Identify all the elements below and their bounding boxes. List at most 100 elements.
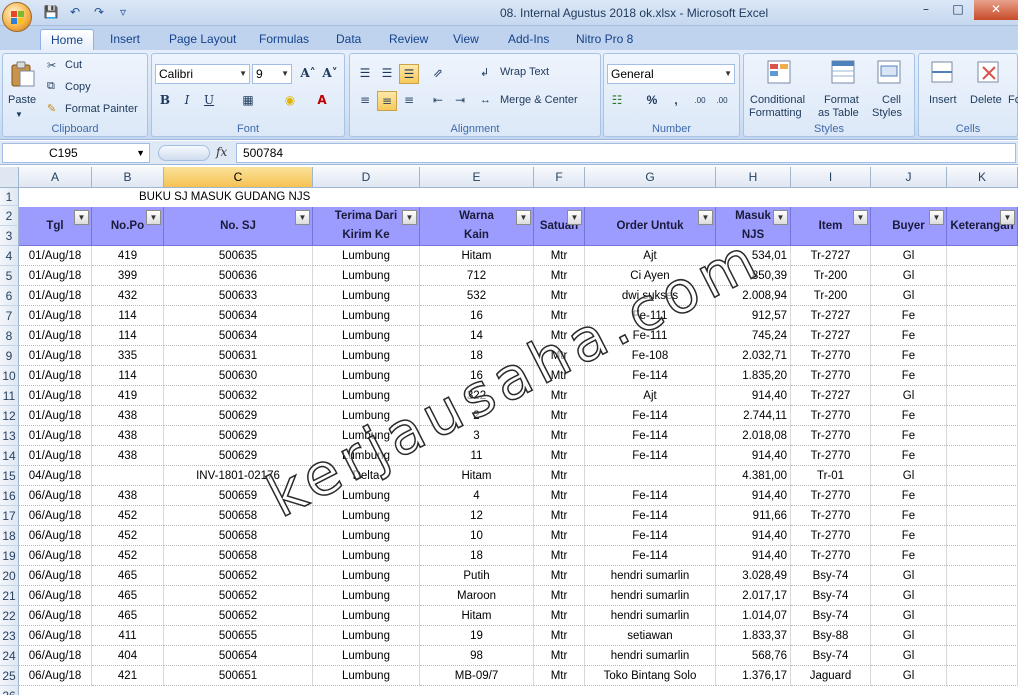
row-header[interactable]: 15	[0, 466, 19, 486]
cell-d[interactable]: Lumbung	[313, 526, 420, 546]
row-header[interactable]: 11	[0, 386, 19, 406]
cell-k[interactable]	[947, 666, 1018, 686]
cell-f[interactable]: Mtr	[534, 466, 585, 486]
cell-h[interactable]: 2.744,11	[716, 406, 791, 426]
cell-e[interactable]: 322	[420, 386, 534, 406]
tab-add-ins[interactable]: Add-Ins	[508, 29, 549, 50]
cell-i[interactable]: Tr-2770	[791, 426, 871, 446]
cell-f[interactable]: Mtr	[534, 506, 585, 526]
conditional-formatting-icon[interactable]	[766, 58, 794, 86]
cell-j[interactable]: Fe	[871, 506, 947, 526]
row-header[interactable]: 20	[0, 566, 19, 586]
cell-h[interactable]: 1.833,37	[716, 626, 791, 646]
cell-g[interactable]: hendri sumarlin	[585, 606, 716, 626]
cell-f[interactable]: Mtr	[534, 346, 585, 366]
cell-e[interactable]: Hitam	[420, 246, 534, 266]
cell-d[interactable]: Lumbung	[313, 346, 420, 366]
cell-e[interactable]: 14	[420, 326, 534, 346]
maximize-icon[interactable]: □	[942, 0, 974, 20]
cell-a[interactable]: 06/Aug/18	[19, 546, 92, 566]
cell-e[interactable]: 18	[420, 346, 534, 366]
cell-i[interactable]: Tr-2770	[791, 506, 871, 526]
cell-g[interactable]: Fe-114	[585, 546, 716, 566]
cell-f[interactable]: Mtr	[534, 546, 585, 566]
number-format-combo[interactable]: General ▼	[607, 64, 735, 84]
cell-i[interactable]: Tr-2770	[791, 406, 871, 426]
column-header-j[interactable]: J	[871, 167, 947, 188]
fill-color-icon[interactable]: ◉	[280, 91, 300, 111]
cell-b[interactable]: 421	[92, 666, 164, 686]
cell-i[interactable]: Tr-2770	[791, 486, 871, 506]
cell-e[interactable]: 11	[420, 446, 534, 466]
insert-function-icon[interactable]: fx	[216, 145, 227, 159]
cell-k[interactable]	[947, 246, 1018, 266]
conditional-formatting-button[interactable]: Conditional	[750, 94, 805, 106]
cell-i[interactable]: Tr-200	[791, 286, 871, 306]
underline-button[interactable]: U	[199, 91, 219, 111]
cell-a[interactable]: 06/Aug/18	[19, 486, 92, 506]
cell-c[interactable]: 500635	[164, 246, 313, 266]
cell-c[interactable]: 500633	[164, 286, 313, 306]
cell-k[interactable]	[947, 346, 1018, 366]
font-size-combo[interactable]: 9 ▼	[252, 64, 292, 84]
cell-a[interactable]: 01/Aug/18	[19, 426, 92, 446]
cell-j[interactable]: Gl	[871, 626, 947, 646]
currency-icon[interactable]: ☷	[607, 91, 627, 111]
percent-button[interactable]: %	[642, 91, 662, 111]
cell-g[interactable]: Fe-114	[585, 486, 716, 506]
cell-k[interactable]	[947, 286, 1018, 306]
cell-b[interactable]: 114	[92, 326, 164, 346]
row-header[interactable]: 2	[0, 206, 19, 226]
cell-e[interactable]: 19	[420, 626, 534, 646]
cell-i[interactable]: Bsy-74	[791, 646, 871, 666]
minimize-icon[interactable]: –	[910, 0, 942, 20]
cell-styles-button[interactable]: Cell	[882, 94, 901, 106]
cell-k[interactable]	[947, 626, 1018, 646]
cell-g[interactable]: Fe-114	[585, 506, 716, 526]
cell-f[interactable]: Mtr	[534, 446, 585, 466]
row-header[interactable]: 17	[0, 506, 19, 526]
cell-d[interactable]: Lumbung	[313, 566, 420, 586]
column-header-k[interactable]: K	[947, 167, 1018, 188]
cell-d[interactable]: Lumbung	[313, 486, 420, 506]
paste-icon[interactable]	[9, 60, 37, 88]
cell-h[interactable]: 534,01	[716, 246, 791, 266]
cell-h[interactable]: 1.835,20	[716, 366, 791, 386]
cell-b[interactable]: 452	[92, 526, 164, 546]
cell-k[interactable]	[947, 326, 1018, 346]
align-bottom-icon[interactable]: ☰	[399, 64, 419, 84]
undo-icon[interactable]: ↶	[66, 4, 84, 20]
tab-formulas[interactable]: Formulas	[259, 29, 309, 50]
comma-button[interactable]: ,	[666, 91, 686, 111]
cell-e[interactable]: 10	[420, 526, 534, 546]
wrap-text-button[interactable]: Wrap Text	[500, 66, 549, 78]
cell-b[interactable]: 438	[92, 406, 164, 426]
cell-f[interactable]: Mtr	[534, 286, 585, 306]
cell-b[interactable]: 465	[92, 606, 164, 626]
cell-d[interactable]: Lumbung	[313, 546, 420, 566]
cell-j[interactable]: Fe	[871, 526, 947, 546]
cell-e[interactable]: 16	[420, 366, 534, 386]
row-header[interactable]: 4	[0, 246, 19, 266]
cell-f[interactable]: Mtr	[534, 366, 585, 386]
cell-c[interactable]: 500634	[164, 306, 313, 326]
align-right-icon[interactable]: ≡	[399, 91, 419, 111]
filter-dropdown-icon[interactable]: ▼	[1000, 210, 1015, 225]
wrap-text-icon[interactable]: ↲	[480, 66, 489, 79]
row-header[interactable]: 26	[0, 686, 19, 695]
cell-a[interactable]: 01/Aug/18	[19, 286, 92, 306]
cell-b[interactable]: 335	[92, 346, 164, 366]
cell-a[interactable]: 06/Aug/18	[19, 566, 92, 586]
cell-k[interactable]	[947, 406, 1018, 426]
cell-c[interactable]: 500651	[164, 666, 313, 686]
cell-b[interactable]: 452	[92, 506, 164, 526]
cell-e[interactable]: 98	[420, 646, 534, 666]
column-header-h[interactable]: H	[716, 167, 791, 188]
select-all-corner[interactable]	[0, 167, 19, 188]
cell-c[interactable]: 500658	[164, 546, 313, 566]
cell-i[interactable]: Tr-2770	[791, 446, 871, 466]
cell-d[interactable]: Lumbung	[313, 606, 420, 626]
cell-i[interactable]: Tr-2727	[791, 326, 871, 346]
cell-b[interactable]: 432	[92, 286, 164, 306]
cell-b[interactable]: 465	[92, 586, 164, 606]
